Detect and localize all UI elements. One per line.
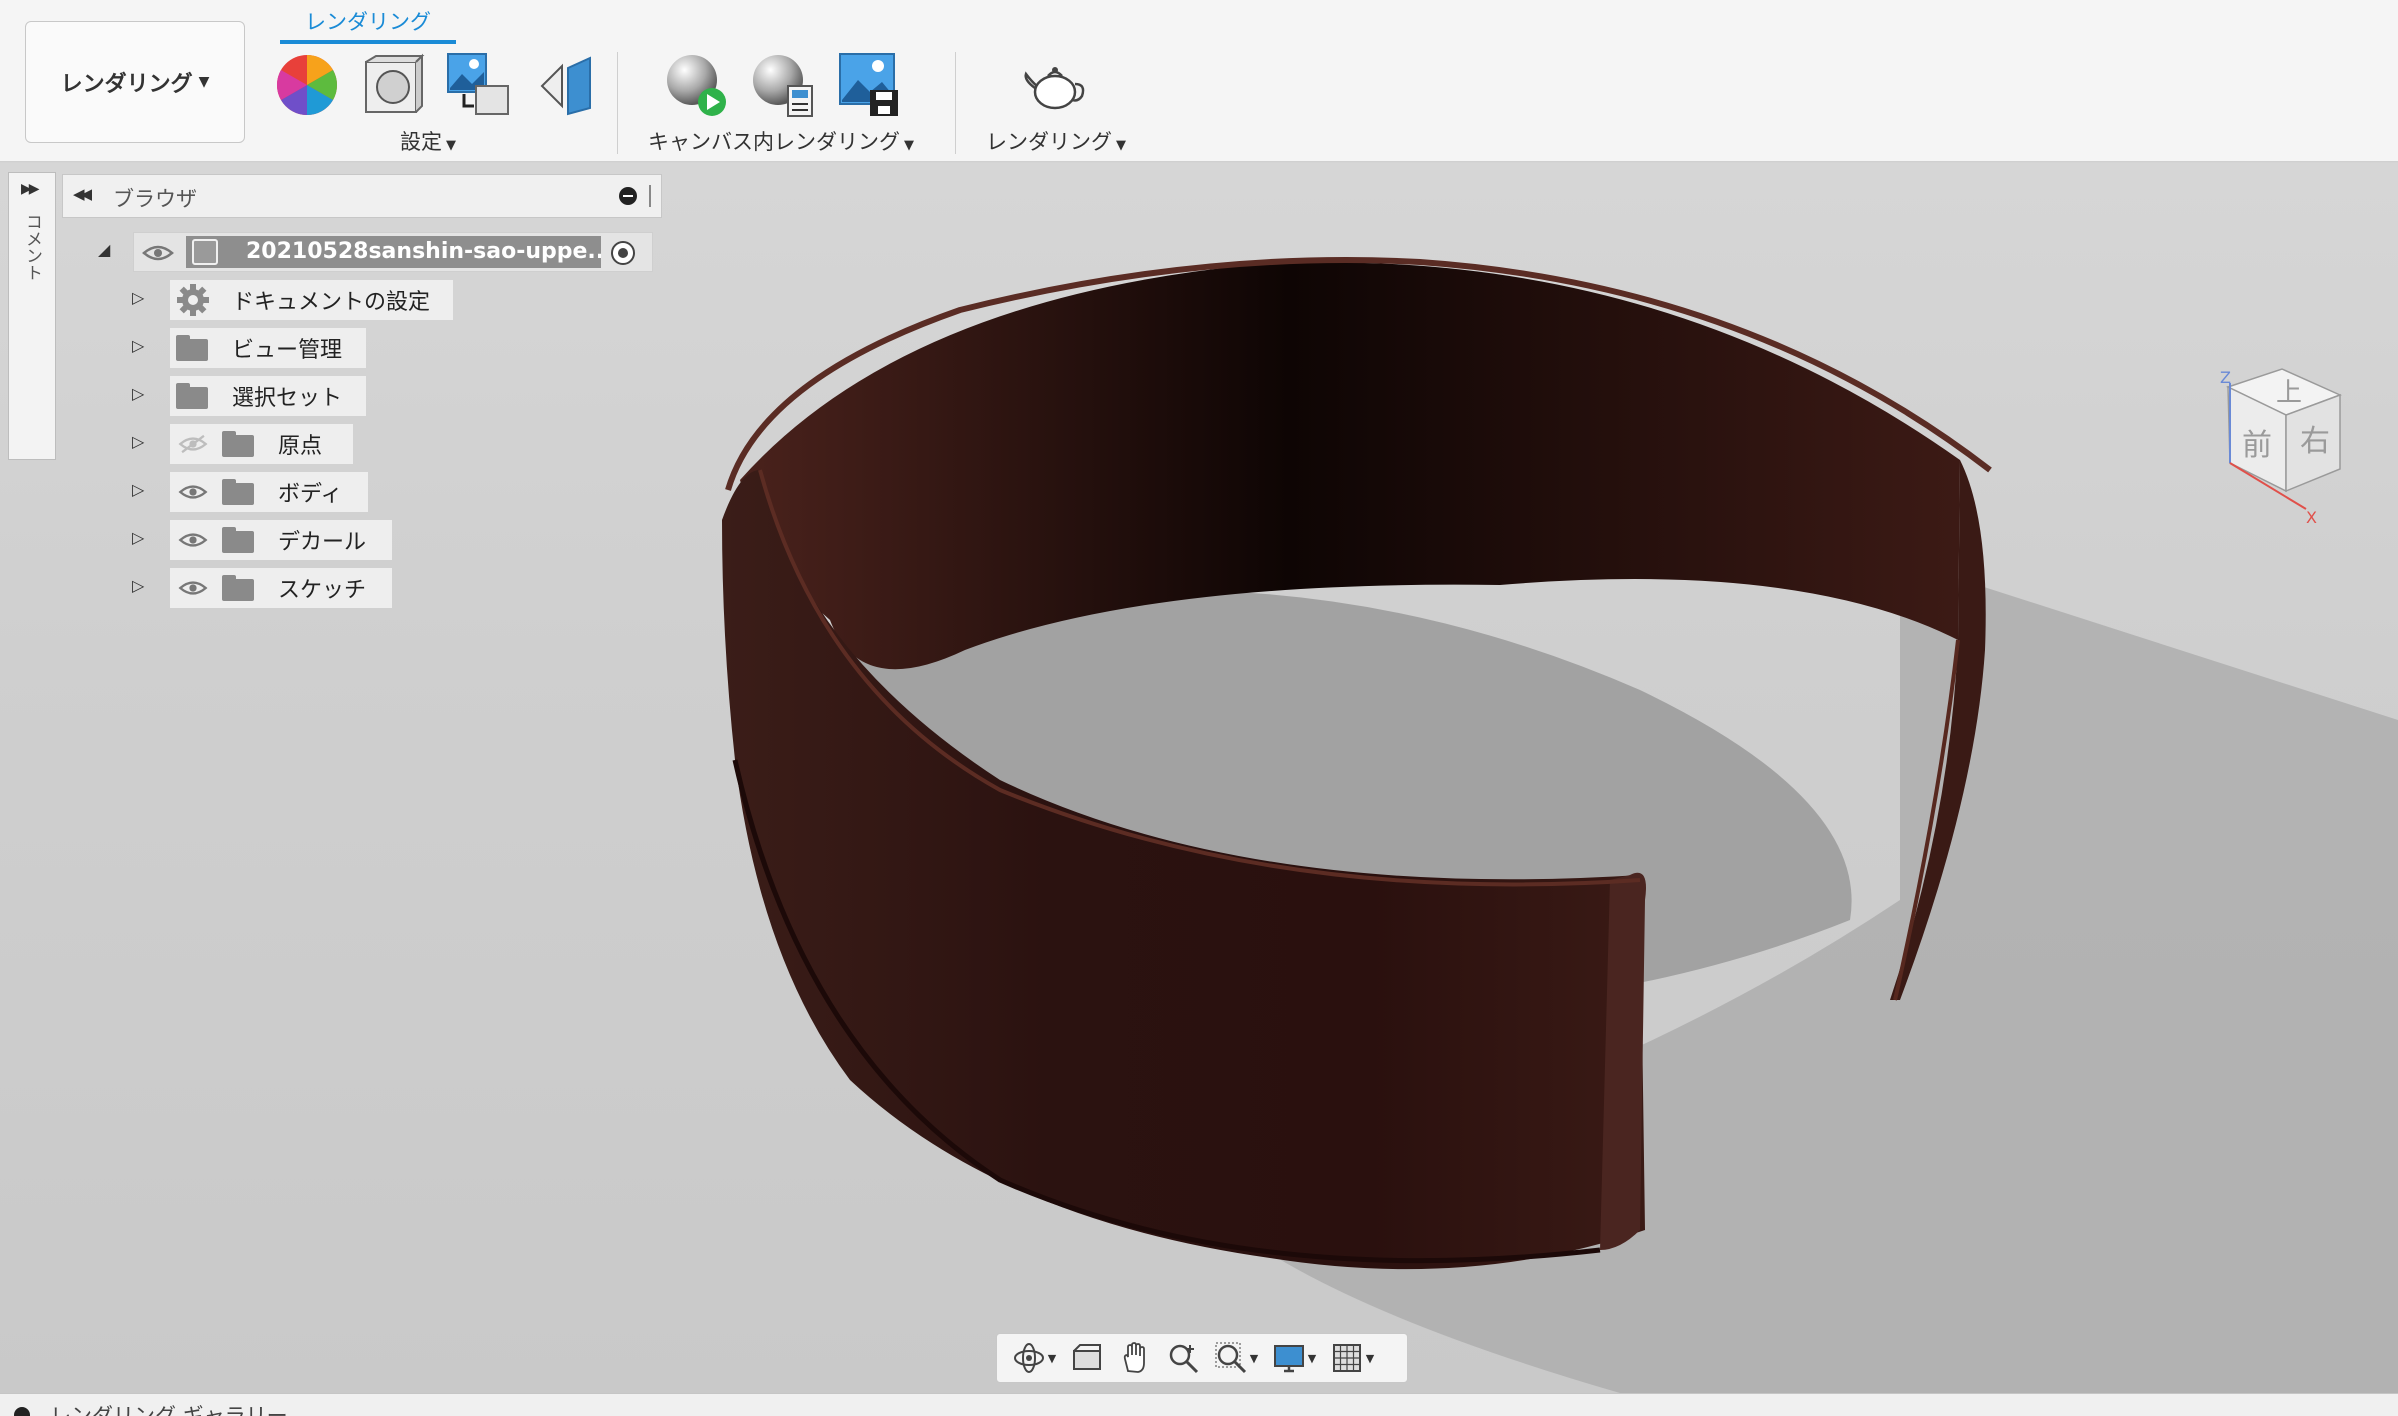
browser-item-label: ドキュメントの設定: [232, 290, 431, 315]
eye-hidden-icon[interactable]: [178, 434, 208, 454]
browser-item-label: ボディ: [278, 482, 343, 507]
chevron-down-icon: ▼: [1047, 1351, 1057, 1365]
folder-icon: [222, 431, 254, 457]
activate-component-radio[interactable]: [611, 241, 635, 265]
browser-item-document-settings[interactable]: ドキュメントの設定: [170, 280, 453, 320]
eye-icon[interactable]: [178, 530, 208, 550]
viewcube[interactable]: Z X 上 前 右: [2210, 359, 2360, 539]
root-component-label[interactable]: 20210528sanshin-sao-uppe...: [186, 236, 601, 268]
browser-item-sketches[interactable]: スケッチ: [170, 568, 392, 608]
viewcube-face-front[interactable]: 前: [2242, 428, 2272, 463]
collapsed-triangle-icon[interactable]: ▷: [132, 528, 144, 547]
zoom-icon: [1169, 1344, 1199, 1374]
folder-icon: [222, 479, 254, 505]
folder-icon: [176, 335, 208, 361]
eye-icon[interactable]: [142, 243, 174, 263]
browser-item-label: 原点: [278, 434, 323, 459]
collapse-icon[interactable]: ◀◀: [73, 185, 92, 203]
render-group-label[interactable]: レンダリング ▼: [986, 126, 1126, 156]
chevron-down-icon: ▼: [446, 138, 456, 153]
comments-panel[interactable]: ▶▶ コメント: [8, 172, 56, 460]
expand-icon[interactable]: ▶▶: [21, 181, 39, 197]
browser-item-selection-sets[interactable]: 選択セット: [170, 376, 366, 416]
folder-icon: [222, 575, 254, 601]
collapsed-triangle-icon[interactable]: ▷: [132, 576, 144, 595]
browser-item-origin[interactable]: 原点: [170, 424, 353, 464]
chevron-down-icon: ▼: [198, 74, 210, 90]
chevron-down-icon: ▼: [1116, 138, 1126, 153]
display-settings-button[interactable]: ▼: [1265, 1338, 1323, 1378]
collapsed-triangle-icon[interactable]: ▷: [132, 480, 144, 499]
orbit-icon: [1013, 1343, 1044, 1373]
workspace-switcher-button[interactable]: レンダリング ▼: [25, 21, 245, 143]
collapsed-triangle-icon[interactable]: ▷: [132, 432, 144, 451]
folder-icon: [222, 527, 254, 553]
chevron-down-icon: ▼: [1365, 1351, 1375, 1365]
browser-item-label: ビュー管理: [232, 338, 343, 363]
gear-icon: [177, 284, 209, 316]
collapsed-triangle-icon[interactable]: ▷: [132, 384, 144, 403]
viewcube-face-right[interactable]: 右: [2300, 424, 2330, 459]
collapsed-triangle-icon[interactable]: ▷: [132, 288, 144, 307]
browser-item-bodies[interactable]: ボディ: [170, 472, 368, 512]
tab-rendering[interactable]: レンダリング: [280, 6, 456, 36]
chevron-down-icon: ▼: [1307, 1351, 1317, 1365]
rendering-gallery-label: レンダリング ギャラリー: [50, 1404, 288, 1416]
scene-settings-icon[interactable]: [360, 52, 426, 118]
rendering-gallery-bar[interactable]: レンダリング ギャラリー: [0, 1393, 2398, 1416]
render-teapot-icon[interactable]: [1022, 52, 1088, 118]
in-canvas-render-settings-icon[interactable]: [750, 52, 816, 118]
fit-icon: [1215, 1342, 1246, 1374]
viewcube-axis-z: Z: [2220, 368, 2231, 387]
panel-grip-handle[interactable]: [649, 185, 653, 207]
eye-icon[interactable]: [178, 482, 208, 502]
orbit-button[interactable]: ▼: [1005, 1338, 1063, 1378]
navigation-bar: ▼ ▼ ▼ ▼: [996, 1333, 1408, 1383]
browser-root-row[interactable]: 20210528sanshin-sao-uppe...: [133, 232, 653, 272]
workspace-label: レンダリング: [60, 72, 193, 97]
in-canvas-render-icon[interactable]: [664, 52, 730, 118]
chevron-down-icon: ▼: [904, 138, 914, 153]
setup-group-label[interactable]: 設定 ▼: [400, 126, 456, 156]
browser-panel-header: ◀◀ ブラウザ: [62, 174, 662, 218]
pan-icon: [1123, 1342, 1145, 1373]
pan-button[interactable]: [1111, 1338, 1159, 1378]
browser-title: ブラウザ: [113, 187, 197, 211]
look-at-icon: [1073, 1344, 1101, 1370]
comments-panel-label: コメント: [22, 213, 42, 281]
in-canvas-render-group-label[interactable]: キャンバス内レンダリング ▼: [648, 126, 914, 156]
toolbar-divider: [955, 52, 956, 154]
zoom-button[interactable]: [1159, 1338, 1207, 1378]
chevron-down-icon: ▼: [1249, 1351, 1259, 1365]
expanded-triangle-icon[interactable]: ◢: [98, 240, 110, 259]
grid-button[interactable]: ▼: [1323, 1338, 1381, 1378]
viewcube-face-top[interactable]: 上: [2276, 378, 2302, 408]
appearance-icon[interactable]: [274, 52, 340, 118]
browser-item-label: デカール: [278, 530, 367, 555]
minimize-icon[interactable]: [619, 187, 637, 205]
browser-item-view-management[interactable]: ビュー管理: [170, 328, 366, 368]
texture-map-icon[interactable]: [446, 52, 512, 118]
ribbon-toolbar: レンダリング ▼ レンダリング 設定 ▼ キャンバス内レンダリング ▼ レンダリ…: [0, 0, 2398, 162]
eye-icon[interactable]: [178, 578, 208, 598]
browser-item-label: 選択セット: [232, 386, 343, 411]
decal-icon[interactable]: [532, 52, 598, 118]
component-icon: [192, 239, 218, 265]
collapsed-triangle-icon[interactable]: ▷: [132, 336, 144, 355]
fit-button[interactable]: ▼: [1207, 1338, 1265, 1378]
toolbar-divider: [617, 52, 618, 154]
folder-icon: [176, 383, 208, 409]
look-at-button[interactable]: [1063, 1338, 1111, 1378]
viewcube-axis-x: X: [2306, 508, 2317, 527]
grid-icon: [1332, 1344, 1361, 1372]
browser-item-label: スケッチ: [278, 578, 367, 603]
gallery-expand-icon[interactable]: [14, 1407, 30, 1416]
display-settings-icon: [1273, 1345, 1304, 1373]
active-tab-indicator: [280, 40, 456, 44]
capture-image-icon[interactable]: [836, 52, 902, 118]
browser-item-decals[interactable]: デカール: [170, 520, 392, 560]
